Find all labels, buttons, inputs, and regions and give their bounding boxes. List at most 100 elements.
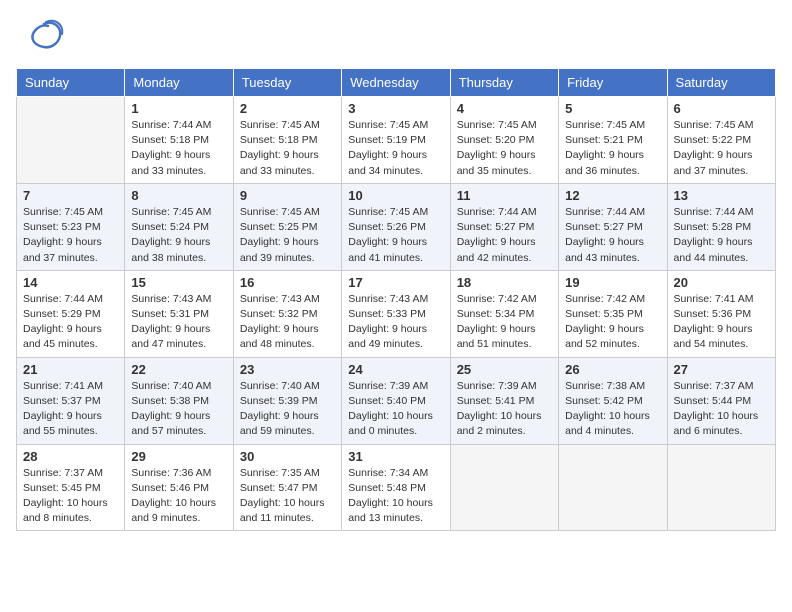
day-info: Sunrise: 7:45 AMSunset: 5:24 PMDaylight:… <box>131 205 226 266</box>
day-info: Sunrise: 7:43 AMSunset: 5:31 PMDaylight:… <box>131 292 226 353</box>
calendar-day-cell: 1 Sunrise: 7:44 AMSunset: 5:18 PMDaylight… <box>125 97 233 184</box>
day-info: Sunrise: 7:42 AMSunset: 5:35 PMDaylight:… <box>565 292 660 353</box>
day-info: Sunrise: 7:39 AMSunset: 5:41 PMDaylight:… <box>457 379 552 440</box>
day-number: 12 <box>565 188 660 203</box>
day-info: Sunrise: 7:44 AMSunset: 5:28 PMDaylight:… <box>674 205 769 266</box>
day-number: 22 <box>131 362 226 377</box>
day-number: 30 <box>240 449 335 464</box>
calendar-day-cell: 16 Sunrise: 7:43 AMSunset: 5:32 PMDayligh… <box>233 270 341 357</box>
calendar-day-cell: 18 Sunrise: 7:42 AMSunset: 5:34 PMDayligh… <box>450 270 558 357</box>
calendar-day-cell: 11 Sunrise: 7:44 AMSunset: 5:27 PMDayligh… <box>450 183 558 270</box>
calendar-day-cell: 28 Sunrise: 7:37 AMSunset: 5:45 PMDayligh… <box>17 444 125 531</box>
day-number: 29 <box>131 449 226 464</box>
day-info: Sunrise: 7:45 AMSunset: 5:19 PMDaylight:… <box>348 118 443 179</box>
calendar-day-cell: 12 Sunrise: 7:44 AMSunset: 5:27 PMDayligh… <box>559 183 667 270</box>
day-info: Sunrise: 7:38 AMSunset: 5:42 PMDaylight:… <box>565 379 660 440</box>
calendar-day-cell: 8 Sunrise: 7:45 AMSunset: 5:24 PMDaylight… <box>125 183 233 270</box>
calendar-day-cell: 27 Sunrise: 7:37 AMSunset: 5:44 PMDayligh… <box>667 357 775 444</box>
day-info: Sunrise: 7:36 AMSunset: 5:46 PMDaylight:… <box>131 466 226 527</box>
day-number: 9 <box>240 188 335 203</box>
calendar-day-cell: 19 Sunrise: 7:42 AMSunset: 5:35 PMDayligh… <box>559 270 667 357</box>
day-info: Sunrise: 7:44 AMSunset: 5:29 PMDaylight:… <box>23 292 118 353</box>
calendar-week-row: 7 Sunrise: 7:45 AMSunset: 5:23 PMDaylight… <box>17 183 776 270</box>
day-info: Sunrise: 7:44 AMSunset: 5:18 PMDaylight:… <box>131 118 226 179</box>
day-info: Sunrise: 7:37 AMSunset: 5:45 PMDaylight:… <box>23 466 118 527</box>
day-info: Sunrise: 7:45 AMSunset: 5:23 PMDaylight:… <box>23 205 118 266</box>
day-info: Sunrise: 7:43 AMSunset: 5:33 PMDaylight:… <box>348 292 443 353</box>
calendar-day-cell <box>667 444 775 531</box>
calendar-day-cell: 17 Sunrise: 7:43 AMSunset: 5:33 PMDayligh… <box>342 270 450 357</box>
day-number: 3 <box>348 101 443 116</box>
day-number: 4 <box>457 101 552 116</box>
calendar-day-cell: 7 Sunrise: 7:45 AMSunset: 5:23 PMDaylight… <box>17 183 125 270</box>
day-number: 2 <box>240 101 335 116</box>
day-number: 13 <box>674 188 769 203</box>
calendar-day-cell: 6Sunrise: 7:45 AMSunset: 5:22 PMDaylight… <box>667 97 775 184</box>
day-number: 31 <box>348 449 443 464</box>
calendar-day-cell: 24 Sunrise: 7:39 AMSunset: 5:40 PMDayligh… <box>342 357 450 444</box>
calendar-day-cell: 26Sunrise: 7:38 AMSunset: 5:42 PMDayligh… <box>559 357 667 444</box>
day-number: 18 <box>457 275 552 290</box>
day-info: Sunrise: 7:39 AMSunset: 5:40 PMDaylight:… <box>348 379 443 440</box>
day-number: 27 <box>674 362 769 377</box>
day-info: Sunrise: 7:44 AMSunset: 5:27 PMDaylight:… <box>565 205 660 266</box>
calendar-week-row: 1 Sunrise: 7:44 AMSunset: 5:18 PMDaylight… <box>17 97 776 184</box>
page-header <box>16 16 776 56</box>
day-info: Sunrise: 7:35 AMSunset: 5:47 PMDaylight:… <box>240 466 335 527</box>
day-info: Sunrise: 7:41 AMSunset: 5:36 PMDaylight:… <box>674 292 769 353</box>
day-info: Sunrise: 7:45 AMSunset: 5:22 PMDaylight:… <box>674 118 769 179</box>
day-number: 1 <box>131 101 226 116</box>
day-number: 21 <box>23 362 118 377</box>
calendar-day-cell: 3 Sunrise: 7:45 AMSunset: 5:19 PMDaylight… <box>342 97 450 184</box>
weekday-header-wednesday: Wednesday <box>342 69 450 97</box>
day-number: 20 <box>674 275 769 290</box>
day-number: 5 <box>565 101 660 116</box>
day-number: 19 <box>565 275 660 290</box>
day-number: 23 <box>240 362 335 377</box>
day-info: Sunrise: 7:45 AMSunset: 5:26 PMDaylight:… <box>348 205 443 266</box>
logo-bird-icon <box>24 16 64 56</box>
calendar-day-cell: 21 Sunrise: 7:41 AMSunset: 5:37 PMDayligh… <box>17 357 125 444</box>
weekday-header-tuesday: Tuesday <box>233 69 341 97</box>
calendar-week-row: 21 Sunrise: 7:41 AMSunset: 5:37 PMDayligh… <box>17 357 776 444</box>
calendar-day-cell: 25 Sunrise: 7:39 AMSunset: 5:41 PMDayligh… <box>450 357 558 444</box>
weekday-header-friday: Friday <box>559 69 667 97</box>
day-info: Sunrise: 7:45 AMSunset: 5:25 PMDaylight:… <box>240 205 335 266</box>
calendar-day-cell: 4Sunrise: 7:45 AMSunset: 5:20 PMDaylight… <box>450 97 558 184</box>
day-number: 17 <box>348 275 443 290</box>
calendar-day-cell: 2Sunrise: 7:45 AMSunset: 5:18 PMDaylight… <box>233 97 341 184</box>
day-info: Sunrise: 7:44 AMSunset: 5:27 PMDaylight:… <box>457 205 552 266</box>
calendar-day-cell: 30 Sunrise: 7:35 AMSunset: 5:47 PMDayligh… <box>233 444 341 531</box>
calendar-day-cell: 22Sunrise: 7:40 AMSunset: 5:38 PMDayligh… <box>125 357 233 444</box>
calendar-day-cell: 5Sunrise: 7:45 AMSunset: 5:21 PMDaylight… <box>559 97 667 184</box>
weekday-header-monday: Monday <box>125 69 233 97</box>
calendar-day-cell: 13 Sunrise: 7:44 AMSunset: 5:28 PMDayligh… <box>667 183 775 270</box>
day-number: 14 <box>23 275 118 290</box>
day-info: Sunrise: 7:40 AMSunset: 5:39 PMDaylight:… <box>240 379 335 440</box>
calendar-day-cell: 31Sunrise: 7:34 AMSunset: 5:48 PMDayligh… <box>342 444 450 531</box>
day-number: 25 <box>457 362 552 377</box>
day-number: 24 <box>348 362 443 377</box>
day-number: 11 <box>457 188 552 203</box>
day-info: Sunrise: 7:42 AMSunset: 5:34 PMDaylight:… <box>457 292 552 353</box>
calendar-day-cell: 14 Sunrise: 7:44 AMSunset: 5:29 PMDayligh… <box>17 270 125 357</box>
calendar-week-row: 28 Sunrise: 7:37 AMSunset: 5:45 PMDayligh… <box>17 444 776 531</box>
calendar-day-cell <box>450 444 558 531</box>
day-info: Sunrise: 7:43 AMSunset: 5:32 PMDaylight:… <box>240 292 335 353</box>
day-number: 8 <box>131 188 226 203</box>
calendar-day-cell: 10 Sunrise: 7:45 AMSunset: 5:26 PMDayligh… <box>342 183 450 270</box>
day-number: 7 <box>23 188 118 203</box>
day-info: Sunrise: 7:37 AMSunset: 5:44 PMDaylight:… <box>674 379 769 440</box>
weekday-header-sunday: Sunday <box>17 69 125 97</box>
day-number: 16 <box>240 275 335 290</box>
calendar-day-cell: 15Sunrise: 7:43 AMSunset: 5:31 PMDayligh… <box>125 270 233 357</box>
calendar-day-cell: 20 Sunrise: 7:41 AMSunset: 5:36 PMDayligh… <box>667 270 775 357</box>
day-number: 10 <box>348 188 443 203</box>
calendar-week-row: 14 Sunrise: 7:44 AMSunset: 5:29 PMDayligh… <box>17 270 776 357</box>
weekday-header-thursday: Thursday <box>450 69 558 97</box>
calendar-day-cell: 9 Sunrise: 7:45 AMSunset: 5:25 PMDaylight… <box>233 183 341 270</box>
weekday-header-row: SundayMondayTuesdayWednesdayThursdayFrid… <box>17 69 776 97</box>
day-number: 28 <box>23 449 118 464</box>
day-info: Sunrise: 7:41 AMSunset: 5:37 PMDaylight:… <box>23 379 118 440</box>
calendar-table: SundayMondayTuesdayWednesdayThursdayFrid… <box>16 68 776 531</box>
